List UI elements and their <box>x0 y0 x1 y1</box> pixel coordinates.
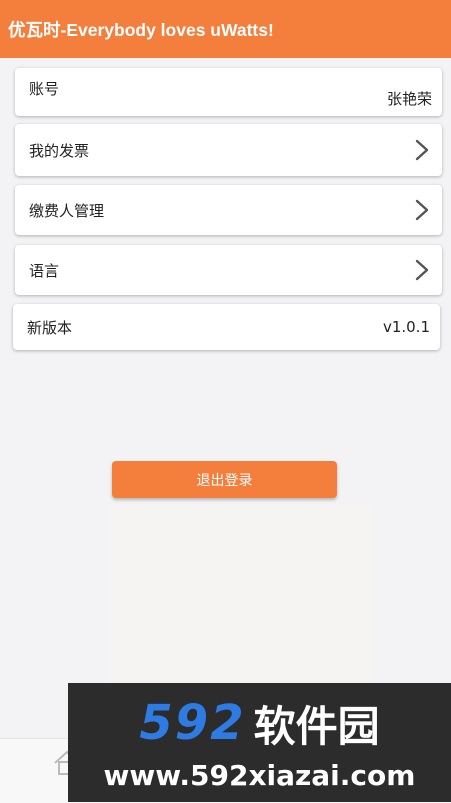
my-invoices-label: 我的发票 <box>29 141 90 160</box>
blank-panel <box>110 505 372 681</box>
watermark-brand-text: 软件园 <box>253 701 380 751</box>
app-title: 优瓦时-Everybody loves uWatts! <box>8 19 274 40</box>
version-row[interactable]: 新版本 v1.0.1 <box>13 304 440 350</box>
language-label: 语言 <box>29 261 60 280</box>
chevron-right-icon <box>415 139 429 161</box>
app-header: 优瓦时-Everybody loves uWatts! <box>0 0 451 58</box>
chevron-right-icon <box>415 199 429 221</box>
logout-button[interactable]: 退出登录 <box>112 461 337 498</box>
version-value: v1.0.1 <box>382 318 430 336</box>
watermark-url: www.592xiazai.com <box>103 758 416 792</box>
payer-management-label: 缴费人管理 <box>29 201 105 220</box>
chevron-right-icon <box>415 259 429 281</box>
watermark-brand-digits: 592 <box>139 695 246 751</box>
logout-button-label: 退出登录 <box>196 472 253 489</box>
watermark-banner: 592 软件园 www.592xiazai.com <box>68 683 451 802</box>
account-row[interactable]: 账号 张艳荣 <box>15 68 442 116</box>
my-invoices-row[interactable]: 我的发票 <box>15 124 442 176</box>
account-value: 张艳荣 <box>386 89 432 108</box>
account-label: 账号 <box>29 79 60 98</box>
watermark-brand: 592 软件园 <box>68 691 451 755</box>
version-label: 新版本 <box>27 318 73 337</box>
payer-management-row[interactable]: 缴费人管理 <box>15 185 442 235</box>
language-row[interactable]: 语言 <box>15 245 442 295</box>
